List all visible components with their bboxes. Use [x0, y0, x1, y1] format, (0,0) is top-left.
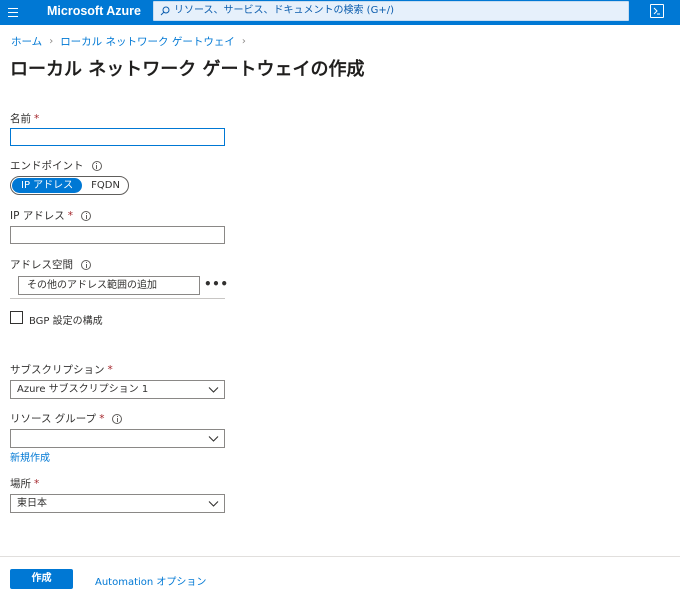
- address-space-input[interactable]: その他のアドレス範囲の追加: [18, 276, 200, 295]
- info-icon[interactable]: [81, 259, 91, 270]
- resource-group-label: リソース グループ *: [10, 411, 123, 426]
- address-space-label: アドレス空間: [10, 257, 91, 272]
- chevron-right-icon: ›: [49, 36, 54, 47]
- subscription-dropdown[interactable]: Azure サブスクリプション 1: [10, 380, 225, 399]
- required-mark: *: [34, 112, 40, 125]
- endpoint-label-text: エンドポイント: [10, 160, 84, 172]
- name-input[interactable]: [10, 128, 225, 146]
- location-label: 場所 *: [10, 476, 39, 491]
- required-mark: *: [67, 209, 74, 222]
- top-bar: Microsoft Azure リソース、サービス、ドキュメントの検索 (G+/…: [0, 0, 680, 25]
- location-dropdown[interactable]: 東日本: [10, 494, 225, 513]
- endpoint-option-ip[interactable]: IP アドレス: [12, 178, 83, 193]
- info-icon[interactable]: [112, 413, 123, 424]
- endpoint-option-fqdn[interactable]: FQDN: [82, 178, 129, 193]
- resource-group-label-text: リソース グループ: [10, 413, 97, 425]
- brand-title[interactable]: Microsoft Azure: [47, 4, 141, 18]
- automation-options-link[interactable]: Automation オプション: [95, 573, 206, 588]
- required-mark: *: [107, 363, 113, 376]
- subscription-value: Azure サブスクリプション 1: [17, 384, 149, 395]
- endpoint-label: エンドポイント: [10, 158, 102, 173]
- required-mark: *: [34, 477, 40, 490]
- location-label-text: 場所: [10, 478, 31, 490]
- breadcrumb: ホーム › ローカル ネットワーク ゲートウェイ ›: [11, 34, 253, 49]
- ip-address-label-text: IP アドレス: [10, 210, 65, 222]
- breadcrumb-local-gateway-link[interactable]: ローカル ネットワーク ゲートウェイ: [60, 34, 235, 49]
- bgp-label: BGP 設定の構成: [29, 316, 103, 327]
- info-icon[interactable]: [91, 160, 102, 171]
- divider: [10, 298, 225, 299]
- hamburger-menu-icon[interactable]: [6, 5, 20, 19]
- address-space-label-text: アドレス空間: [10, 259, 73, 271]
- chevron-down-icon: [208, 501, 219, 507]
- search-icon: [160, 6, 170, 16]
- search-placeholder: リソース、サービス、ドキュメントの検索 (G+/): [174, 5, 394, 16]
- info-icon[interactable]: [81, 210, 92, 221]
- footer-divider: [0, 556, 680, 557]
- ip-address-input[interactable]: [10, 226, 225, 244]
- global-search-input[interactable]: リソース、サービス、ドキュメントの検索 (G+/): [153, 1, 629, 21]
- resource-group-dropdown[interactable]: [10, 429, 225, 448]
- name-label-text: 名前: [10, 113, 31, 125]
- required-mark: *: [99, 412, 105, 425]
- name-label: 名前 *: [10, 111, 39, 126]
- subscription-label: サブスクリプション *: [10, 362, 113, 377]
- ip-address-label: IP アドレス *: [10, 208, 92, 223]
- chevron-down-icon: [208, 436, 219, 442]
- cloud-shell-icon[interactable]: [650, 4, 664, 18]
- breadcrumb-home-link[interactable]: ホーム: [11, 34, 42, 49]
- location-value: 東日本: [17, 498, 47, 509]
- more-options-icon[interactable]: •••: [204, 277, 229, 291]
- chevron-right-icon: ›: [241, 36, 246, 47]
- create-new-resource-group-link[interactable]: 新規作成: [10, 449, 50, 464]
- bgp-checkbox[interactable]: [10, 311, 23, 324]
- create-button[interactable]: 作成: [10, 569, 73, 589]
- endpoint-toggle: IP アドレス FQDN: [10, 176, 129, 195]
- subscription-label-text: サブスクリプション: [10, 364, 105, 376]
- page-title: ローカル ネットワーク ゲートウェイの作成: [10, 59, 365, 80]
- chevron-down-icon: [208, 387, 219, 393]
